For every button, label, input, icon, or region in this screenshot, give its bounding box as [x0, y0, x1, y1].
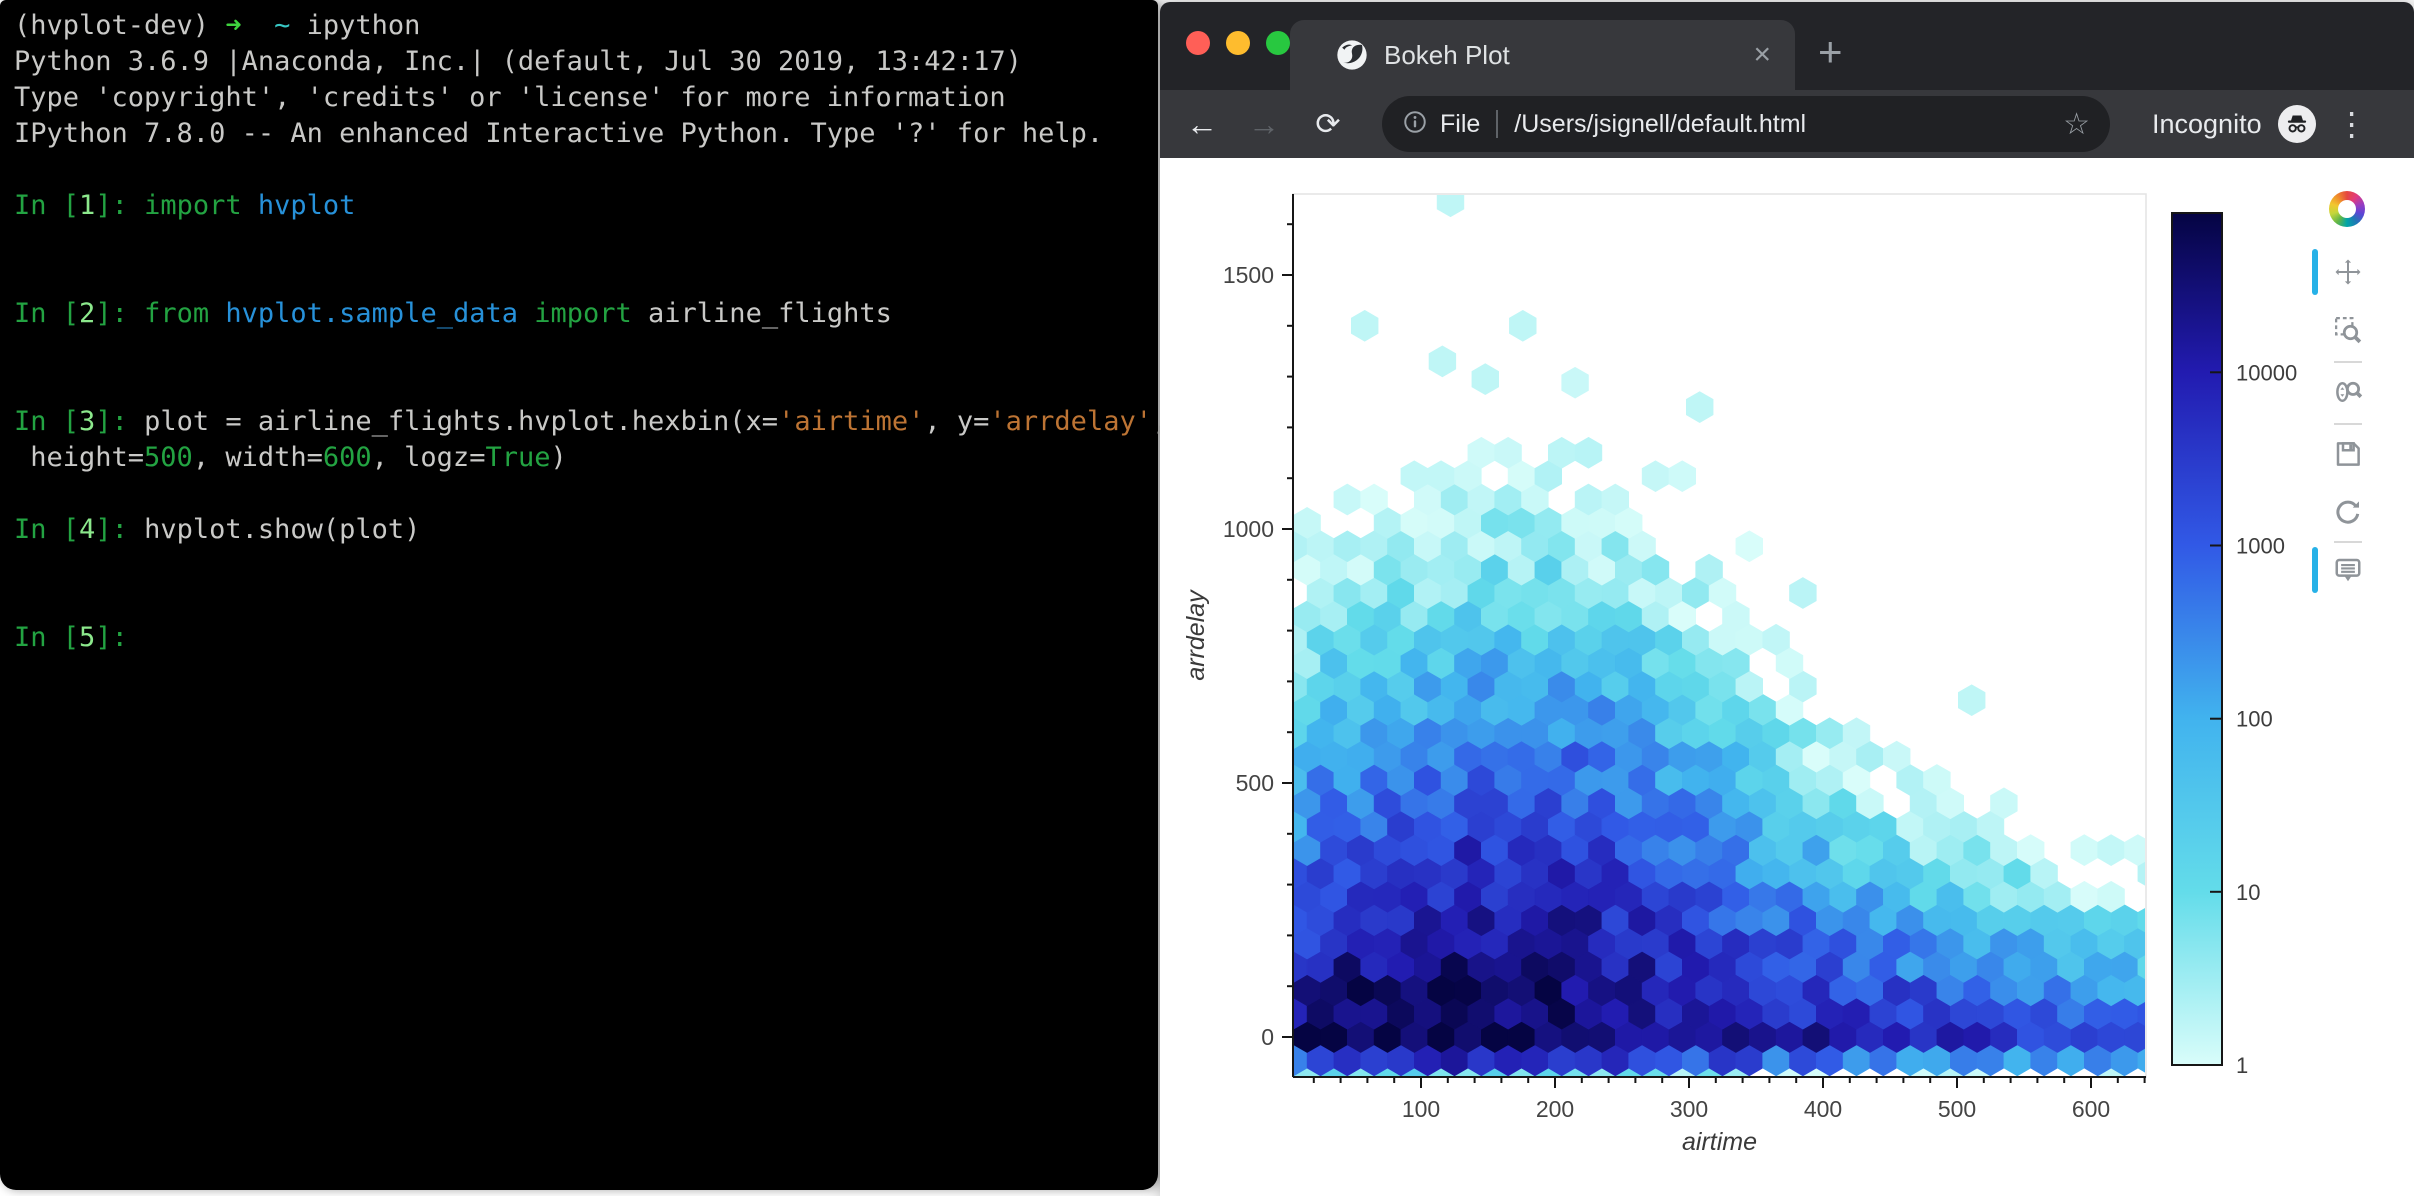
- new-tab-button[interactable]: +: [1818, 28, 1843, 76]
- toolbar-separator: [2334, 541, 2362, 543]
- incognito-badge-icon: [2278, 105, 2316, 143]
- svg-text:500: 500: [1938, 1096, 1976, 1122]
- x-axis-title: airtime: [1682, 1128, 1757, 1156]
- svg-text:1000: 1000: [1223, 516, 1274, 542]
- terminal-line: [14, 368, 1158, 404]
- terminal-output: (hvplot-dev) ➜ ~ ipythonPython 3.6.9 |An…: [14, 8, 1158, 656]
- y-axis-title: arrdelay: [1182, 589, 1210, 681]
- box-zoom-icon: [2333, 315, 2363, 345]
- terminal-window[interactable]: (hvplot-dev) ➜ ~ ipythonPython 3.6.9 |An…: [0, 0, 1158, 1190]
- terminal-line: [14, 152, 1158, 188]
- svg-text:0: 0: [1261, 1024, 1274, 1050]
- reload-button[interactable]: ⟳: [1308, 107, 1348, 142]
- tab-bokeh-plot[interactable]: Bokeh Plot ×: [1290, 20, 1795, 90]
- terminal-line: In [2]: from hvplot.sample_data import a…: [14, 296, 1158, 332]
- page-content: 100 200 300 400 500 600 0 500 1000 1500 airtime arr…: [1160, 158, 2414, 1196]
- browser-menu-icon[interactable]: ⋮: [2336, 105, 2368, 143]
- hexbin-cells: [1267, 186, 2165, 1099]
- tool-save-button[interactable]: [2324, 431, 2372, 477]
- browser-toolbar: ← → ⟳ File /Users/jsignell/default.html …: [1160, 90, 2414, 158]
- file-scheme-label: File: [1440, 110, 1480, 139]
- tool-reset-button[interactable]: [2324, 489, 2372, 535]
- close-window-button[interactable]: [1186, 31, 1210, 55]
- terminal-line: [14, 476, 1158, 512]
- tool-box-zoom-button[interactable]: [2324, 307, 2372, 353]
- terminal-line: [14, 260, 1158, 296]
- svg-text:100: 100: [2236, 707, 2273, 732]
- toolbar-separator: [2334, 423, 2362, 425]
- terminal-line: In [4]: hvplot.show(plot): [14, 512, 1158, 548]
- pan-icon: [2333, 257, 2363, 287]
- save-icon: [2333, 439, 2363, 469]
- svg-text:1500: 1500: [1223, 262, 1274, 288]
- tool-wheel-zoom-button[interactable]: [2324, 369, 2372, 415]
- svg-text:600: 600: [2072, 1096, 2110, 1122]
- minimize-window-button[interactable]: [1226, 31, 1250, 55]
- svg-text:300: 300: [1670, 1096, 1708, 1122]
- tab-title: Bokeh Plot: [1384, 40, 1510, 71]
- terminal-line: [14, 332, 1158, 368]
- terminal-line: [14, 224, 1158, 260]
- svg-text:10000: 10000: [2236, 360, 2297, 385]
- terminal-line: IPython 7.8.0 -- An enhanced Interactive…: [14, 116, 1158, 152]
- tool-pan-button[interactable]: [2324, 249, 2372, 295]
- active-tool-indicator: [2312, 249, 2318, 295]
- svg-text:10: 10: [2236, 880, 2260, 905]
- address-divider: [1496, 110, 1498, 138]
- tool-hover-button[interactable]: [2324, 547, 2372, 593]
- tab-close-icon[interactable]: ×: [1753, 38, 1771, 72]
- tab-strip: Bokeh Plot × +: [1160, 2, 2414, 90]
- toolbar-separator: [2334, 361, 2362, 363]
- back-button[interactable]: ←: [1182, 106, 1222, 143]
- incognito-label: Incognito: [2152, 109, 2262, 140]
- svg-text:400: 400: [1804, 1096, 1842, 1122]
- terminal-line: Type 'copyright', 'credits' or 'license'…: [14, 80, 1158, 116]
- hexbin-plot[interactable]: 100 200 300 400 500 600 0 500 1000 1500 airtime arr…: [1160, 158, 2414, 1196]
- reset-icon: [2333, 497, 2363, 527]
- terminal-line: Python 3.6.9 |Anaconda, Inc.| (default, …: [14, 44, 1158, 80]
- forward-button[interactable]: →: [1244, 106, 1284, 143]
- terminal-line: [14, 548, 1158, 584]
- svg-text:1000: 1000: [2236, 534, 2285, 559]
- address-bar[interactable]: File /Users/jsignell/default.html ☆: [1382, 96, 2110, 152]
- svg-text:200: 200: [1536, 1096, 1574, 1122]
- site-info-icon[interactable]: [1402, 109, 1428, 140]
- terminal-line: In [3]: plot = airline_flights.hvplot.he…: [14, 404, 1158, 440]
- hover-icon: [2333, 555, 2363, 585]
- browser-window: Bokeh Plot × + ← → ⟳ File /Users/jsignel…: [1160, 2, 2414, 1196]
- terminal-line: [14, 584, 1158, 620]
- svg-text:100: 100: [1402, 1096, 1440, 1122]
- bokeh-logo[interactable]: [2329, 191, 2365, 227]
- terminal-line: In [5]:: [14, 620, 1158, 656]
- active-tool-indicator: [2312, 547, 2318, 593]
- fullscreen-window-button[interactable]: [1266, 31, 1290, 55]
- terminal-line: height=500, width=600, logz=True): [14, 440, 1158, 476]
- bookmark-star-icon[interactable]: ☆: [2063, 107, 2090, 142]
- wheel-zoom-icon: [2333, 377, 2363, 407]
- globe-favicon-icon: [1336, 39, 1368, 71]
- svg-text:1: 1: [2236, 1053, 2248, 1078]
- svg-text:500: 500: [1236, 770, 1274, 796]
- terminal-line: In [1]: import hvplot: [14, 188, 1158, 224]
- url-text[interactable]: /Users/jsignell/default.html: [1514, 110, 1806, 139]
- terminal-line: (hvplot-dev) ➜ ~ ipython: [14, 8, 1158, 44]
